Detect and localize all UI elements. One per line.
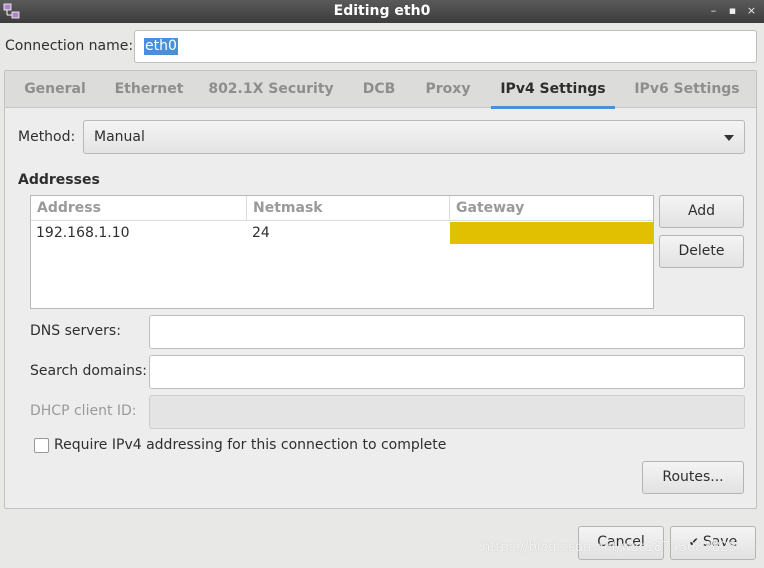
connection-name-input[interactable]: eth0	[134, 30, 757, 63]
chevron-down-icon	[724, 135, 734, 141]
tab-ipv6-settings[interactable]: IPv6 Settings	[625, 71, 749, 108]
table-cell-netmask[interactable]: 24	[247, 222, 450, 244]
routes-button[interactable]: Routes...	[642, 461, 744, 494]
table-cell-address[interactable]: 192.168.1.10	[31, 222, 247, 244]
method-value: Manual	[94, 129, 145, 145]
dhcp-client-id-input	[149, 395, 745, 429]
checkmark-icon: ✔	[688, 535, 699, 549]
dhcp-client-id-label: DHCP client ID:	[30, 403, 137, 419]
addresses-heading: Addresses	[18, 172, 100, 188]
tab-general[interactable]: General	[11, 71, 99, 108]
settings-notebook: General Ethernet 802.1X Security DCB Pro…	[4, 70, 757, 509]
tab-proxy[interactable]: Proxy	[415, 71, 481, 108]
column-header-address[interactable]: Address	[31, 196, 247, 221]
tab-bar: General Ethernet 802.1X Security DCB Pro…	[5, 71, 756, 109]
require-ipv4-checkbox[interactable]	[34, 438, 49, 453]
save-label: Save	[702, 534, 738, 550]
tab-dcb[interactable]: DCB	[351, 71, 407, 108]
save-button[interactable]: ✔ Save	[670, 526, 756, 560]
window-title: Editing eth0	[333, 3, 431, 19]
cancel-label: Cancel	[597, 534, 645, 550]
title-bar: Editing eth0 – ▪ ×	[0, 0, 764, 23]
connection-name-value: eth0	[144, 38, 178, 55]
minimize-icon[interactable]: –	[707, 2, 720, 20]
cancel-button[interactable]: Cancel	[578, 526, 664, 560]
dns-servers-input[interactable]	[149, 315, 745, 349]
column-header-netmask[interactable]: Netmask	[247, 196, 450, 221]
require-ipv4-label[interactable]: Require IPv4 addressing for this connect…	[54, 437, 446, 453]
dns-servers-label: DNS servers:	[30, 323, 121, 339]
column-header-gateway[interactable]: Gateway	[450, 196, 653, 221]
table-cell-gateway[interactable]	[450, 222, 653, 244]
add-address-button[interactable]: Add	[659, 195, 744, 228]
method-select[interactable]: Manual	[83, 120, 745, 154]
tab-8021x-security[interactable]: 802.1X Security	[201, 71, 341, 108]
tab-ethernet[interactable]: Ethernet	[103, 71, 195, 108]
search-domains-label: Search domains:	[30, 363, 147, 379]
method-label: Method:	[18, 129, 76, 145]
addresses-table: Address Netmask Gateway 192.168.1.10 24	[30, 195, 654, 309]
search-domains-input[interactable]	[149, 355, 745, 389]
close-icon[interactable]: ×	[745, 2, 758, 20]
delete-address-button[interactable]: Delete	[659, 235, 744, 268]
tab-ipv4-settings[interactable]: IPv4 Settings	[491, 71, 615, 109]
connection-name-label: Connection name:	[5, 38, 134, 54]
maximize-icon[interactable]: ▪	[726, 2, 739, 20]
